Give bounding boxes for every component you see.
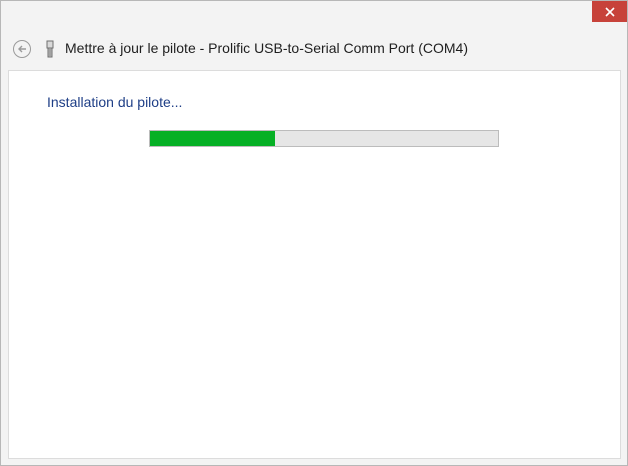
window-title: Mettre à jour le pilote - Prolific USB-t… xyxy=(65,40,468,56)
close-icon xyxy=(604,6,615,17)
progress-fill xyxy=(150,131,276,146)
usb-device-icon xyxy=(46,40,54,58)
title-bar: Mettre à jour le pilote - Prolific USB-t… xyxy=(1,31,627,67)
progress-bar xyxy=(149,130,499,147)
back-arrow-icon xyxy=(18,45,26,53)
install-status-heading: Installation du pilote... xyxy=(47,94,183,110)
back-button[interactable] xyxy=(13,40,31,58)
driver-update-window: Mettre à jour le pilote - Prolific USB-t… xyxy=(0,0,628,466)
close-button[interactable] xyxy=(592,1,627,22)
content-panel: Installation du pilote... xyxy=(8,70,621,459)
